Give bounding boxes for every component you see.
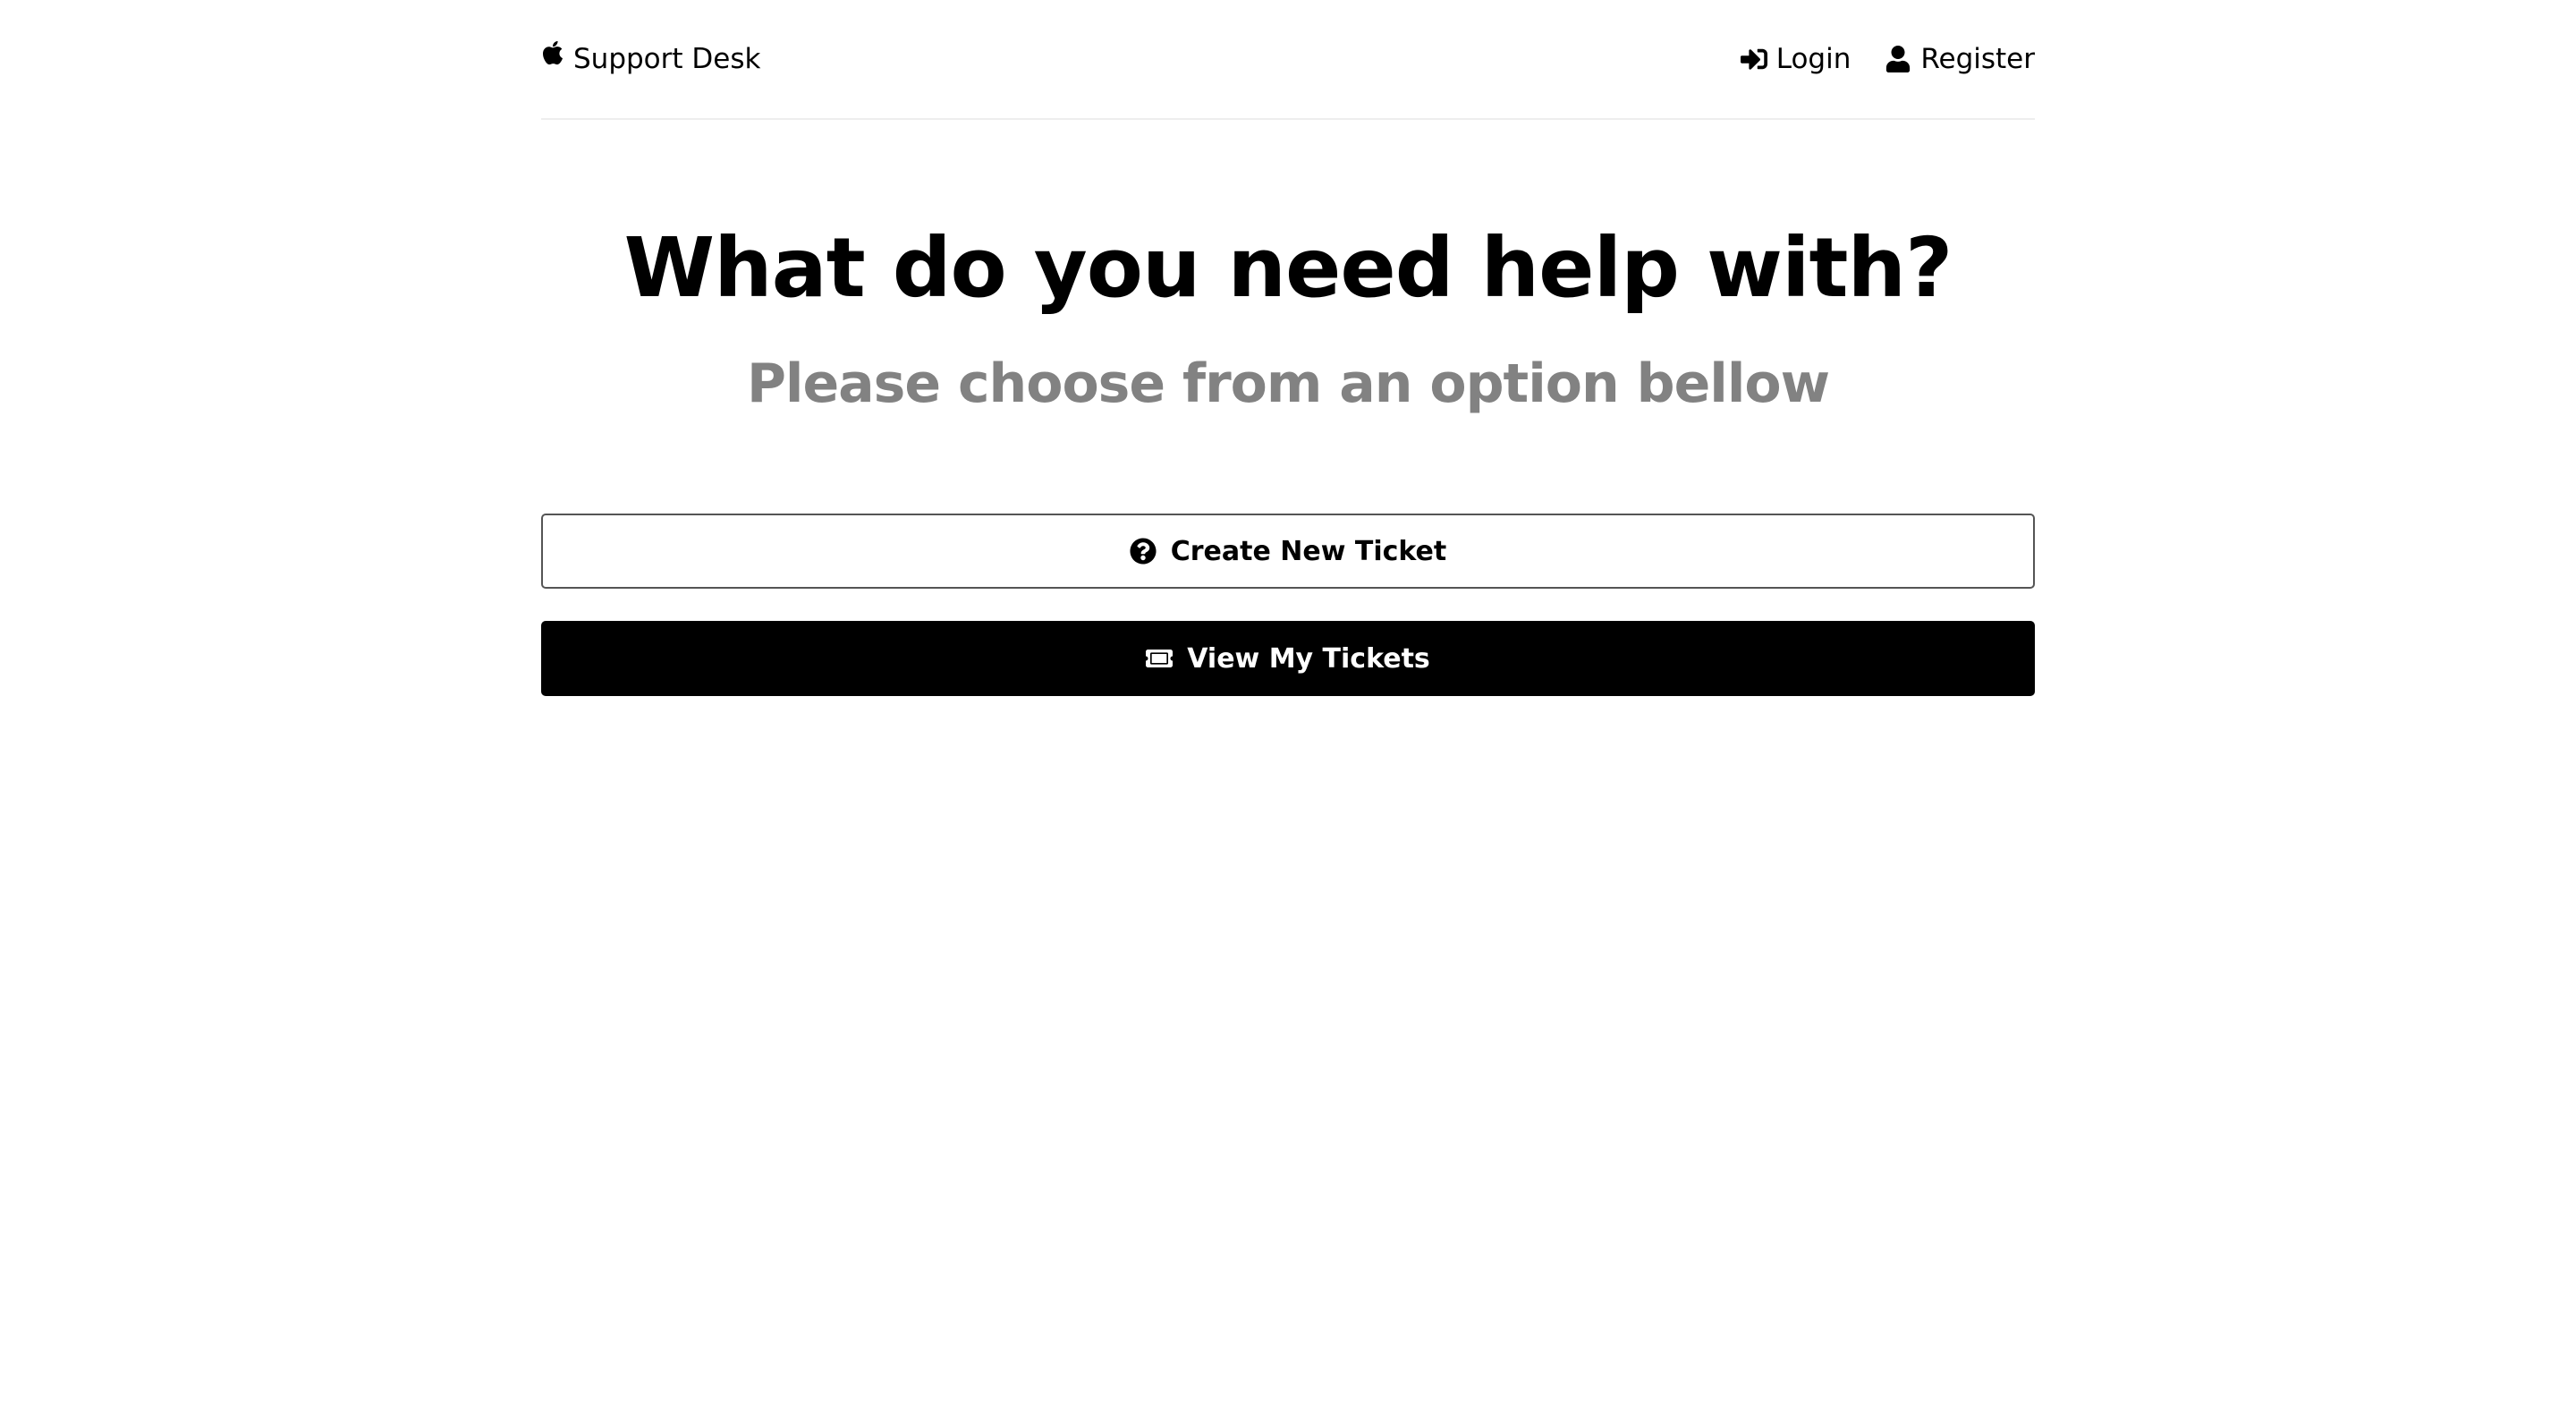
page-title: What do you need help with? — [623, 220, 1953, 316]
header-nav: Login Register — [1707, 43, 2035, 75]
user-icon — [1886, 46, 1911, 72]
hero-heading: What do you need help with? Please choos… — [541, 220, 2035, 416]
view-tickets-label: View My Tickets — [1187, 642, 1430, 675]
create-ticket-button[interactable]: Create New Ticket — [541, 514, 2035, 589]
action-buttons: Create New Ticket View My Tickets — [541, 514, 2035, 696]
page-subtitle: Please choose from an option bellow — [746, 352, 1830, 415]
login-link[interactable]: Login — [1740, 43, 1852, 75]
question-circle-icon — [1130, 538, 1157, 565]
page-container: Support Desk Login Register What do you … — [541, 0, 2035, 696]
view-tickets-button[interactable]: View My Tickets — [541, 621, 2035, 696]
login-label: Login — [1775, 43, 1852, 75]
logo-label: Support Desk — [573, 43, 761, 75]
logo-link[interactable]: Support Desk — [541, 40, 761, 75]
register-link[interactable]: Register — [1885, 43, 2035, 75]
ticket-icon — [1146, 650, 1174, 667]
site-header: Support Desk Login Register — [541, 0, 2035, 120]
create-ticket-label: Create New Ticket — [1170, 535, 1447, 567]
register-label: Register — [1920, 43, 2035, 75]
apple-icon — [542, 40, 564, 65]
sign-in-icon — [1740, 48, 1767, 70]
